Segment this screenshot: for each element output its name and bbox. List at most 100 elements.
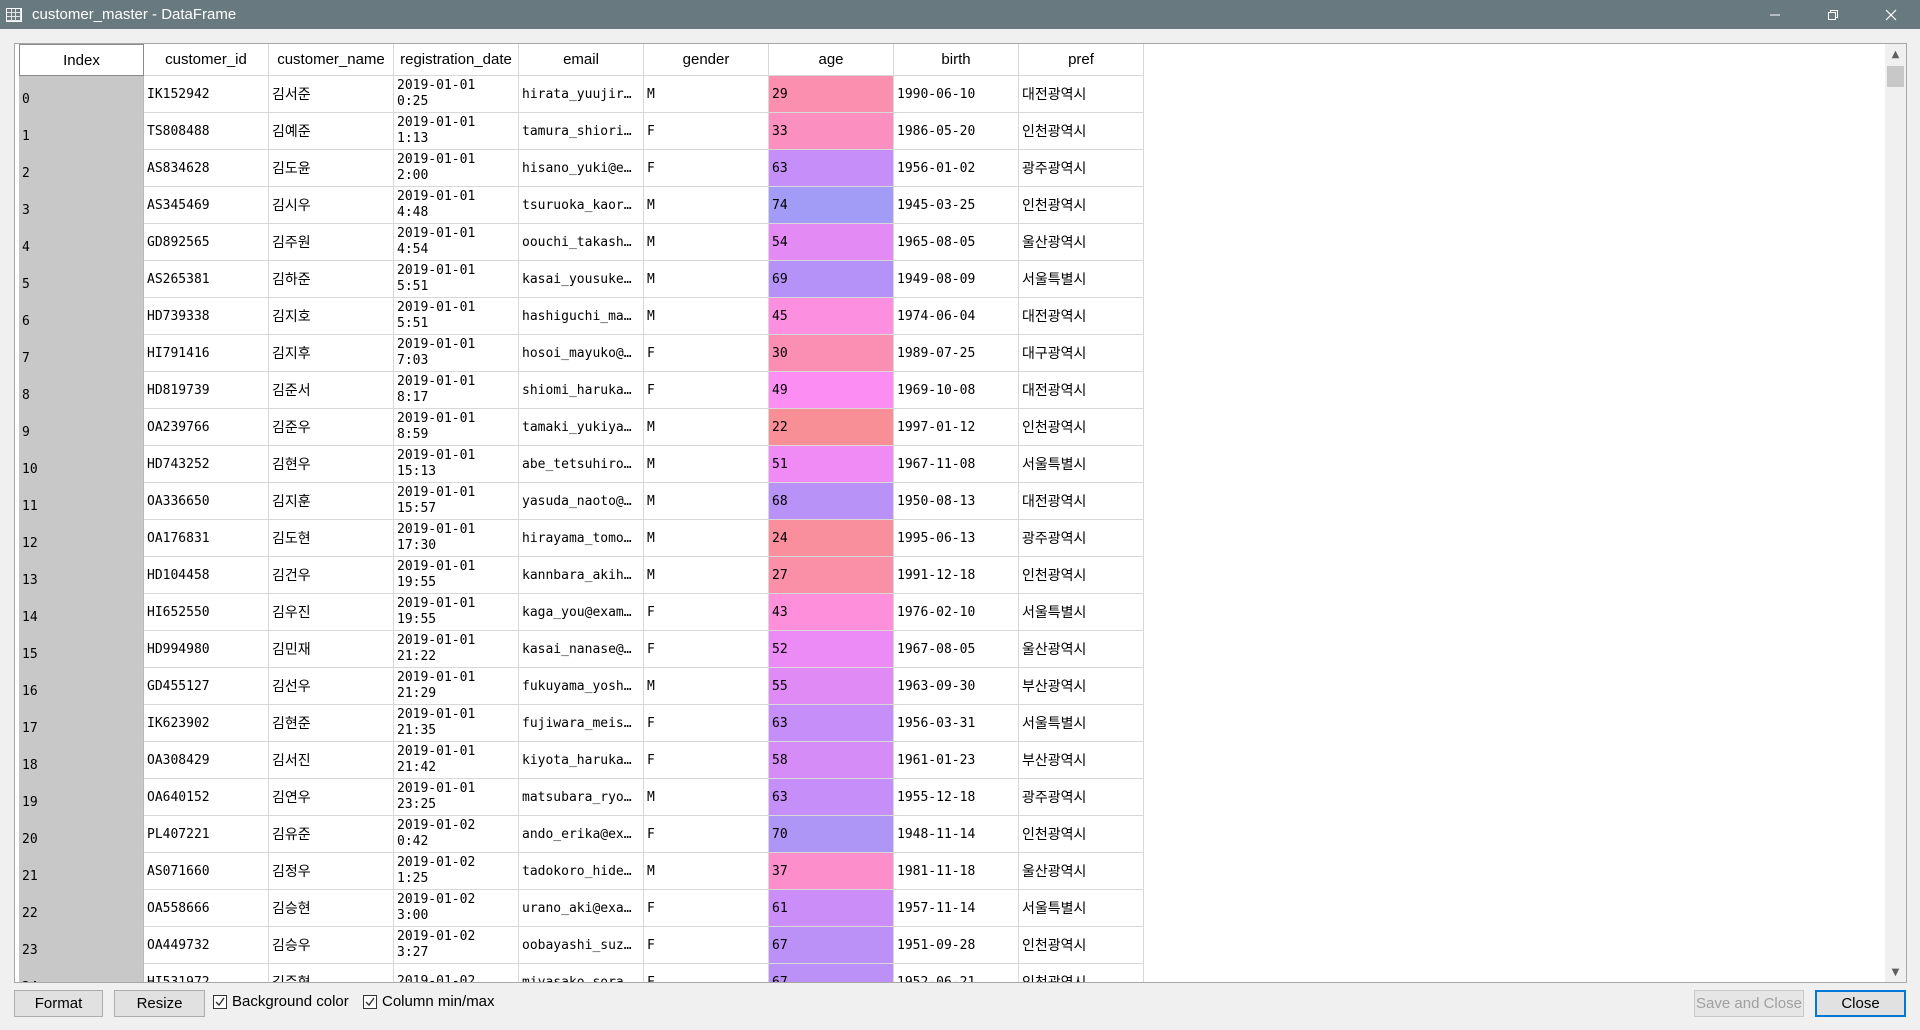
registration-date-header[interactable]: registration_date — [394, 44, 519, 76]
pref-cell[interactable]: 광주광역시 — [1019, 150, 1144, 187]
birth-cell[interactable]: 1981-11-18 — [894, 853, 1019, 890]
checkbox-icon[interactable] — [363, 994, 377, 1009]
birth-cell[interactable]: 1967-08-05 — [894, 631, 1019, 668]
age-cell[interactable]: 24 — [769, 520, 894, 557]
registration-date-cell[interactable]: 2019-01-01 17:30 — [394, 520, 519, 557]
save-and-close-button[interactable]: Save and Close — [1694, 990, 1804, 1017]
registration-date-cell[interactable]: 2019-01-02 3:00 — [394, 890, 519, 927]
age-cell[interactable]: 49 — [769, 372, 894, 409]
birth-cell[interactable]: 1957-11-14 — [894, 890, 1019, 927]
email-cell[interactable]: hirayama_tomo… — [519, 520, 644, 557]
pref-cell[interactable]: 서울특별시 — [1019, 890, 1144, 927]
registration-date-cell[interactable]: 2019-01-02 3:27 — [394, 927, 519, 964]
customer-name-cell[interactable]: 김지훈 — [269, 483, 394, 520]
age-cell[interactable]: 63 — [769, 705, 894, 742]
customer-id-cell[interactable]: TS808488 — [144, 113, 269, 150]
row-index[interactable]: 22 — [19, 890, 144, 927]
pref-cell[interactable]: 울산광역시 — [1019, 224, 1144, 261]
birth-cell[interactable]: 1945-03-25 — [894, 187, 1019, 224]
registration-date-cell[interactable]: 2019-01-01 15:13 — [394, 446, 519, 483]
email-cell[interactable]: kasai_yousuke… — [519, 261, 644, 298]
email-cell[interactable]: abe_tetsuhiro… — [519, 446, 644, 483]
registration-date-cell[interactable]: 2019-01-01 5:51 — [394, 298, 519, 335]
email-cell[interactable]: hisano_yuki@e… — [519, 150, 644, 187]
registration-date-cell[interactable]: 2019-01-01 19:55 — [394, 557, 519, 594]
email-cell[interactable]: miyasako_sora… — [519, 964, 644, 982]
email-cell[interactable]: ando_erika@ex… — [519, 816, 644, 853]
checkbox-icon[interactable] — [213, 994, 227, 1009]
row-index[interactable]: 4 — [19, 224, 144, 261]
close-button[interactable]: Close — [1815, 990, 1906, 1017]
email-cell[interactable]: oouchi_takash… — [519, 224, 644, 261]
pref-cell[interactable]: 인천광역시 — [1019, 187, 1144, 224]
age-header[interactable]: age — [769, 44, 894, 76]
registration-date-cell[interactable]: 2019-01-01 21:29 — [394, 668, 519, 705]
birth-cell[interactable]: 1955-12-18 — [894, 779, 1019, 816]
customer-id-cell[interactable]: HI652550 — [144, 594, 269, 631]
customer-name-cell[interactable]: 김연우 — [269, 779, 394, 816]
pref-cell[interactable]: 부산광역시 — [1019, 742, 1144, 779]
customer-id-cell[interactable]: IK623902 — [144, 705, 269, 742]
customer-name-cell[interactable]: 김서준 — [269, 76, 394, 113]
background-color-checkbox[interactable]: Background color — [213, 993, 349, 1010]
registration-date-cell[interactable]: 2019-01-01 21:42 — [394, 742, 519, 779]
dataframe-table[interactable]: Index customer_id customer_name registratio… — [14, 43, 1907, 983]
email-cell[interactable]: fujiwara_meis… — [519, 705, 644, 742]
birth-cell[interactable]: 1989-07-25 — [894, 335, 1019, 372]
age-cell[interactable]: 54 — [769, 224, 894, 261]
customer-id-cell[interactable]: HD994980 — [144, 631, 269, 668]
email-cell[interactable]: matsubara_ryo… — [519, 779, 644, 816]
pref-cell[interactable]: 인천광역시 — [1019, 409, 1144, 446]
registration-date-cell[interactable]: 2019-01-01 7:03 — [394, 335, 519, 372]
age-cell[interactable]: 22 — [769, 409, 894, 446]
customer-name-cell[interactable]: 김준우 — [269, 409, 394, 446]
row-index[interactable]: 9 — [19, 409, 144, 446]
birth-cell[interactable]: 1948-11-14 — [894, 816, 1019, 853]
age-cell[interactable]: 51 — [769, 446, 894, 483]
vertical-scrollbar[interactable]: ▲ ▼ — [1885, 44, 1906, 982]
gender-cell[interactable]: F — [644, 964, 769, 982]
birth-header[interactable]: birth — [894, 44, 1019, 76]
scroll-thumb[interactable] — [1887, 66, 1904, 87]
row-index[interactable]: 0 — [19, 76, 144, 113]
birth-cell[interactable]: 1995-06-13 — [894, 520, 1019, 557]
registration-date-cell[interactable]: 2019-01-01 5:51 — [394, 261, 519, 298]
email-header[interactable]: email — [519, 44, 644, 76]
email-cell[interactable]: kaga_you@exam… — [519, 594, 644, 631]
customer-name-cell[interactable]: 김유준 — [269, 816, 394, 853]
birth-cell[interactable]: 1997-01-12 — [894, 409, 1019, 446]
age-cell[interactable]: 45 — [769, 298, 894, 335]
registration-date-cell[interactable]: 2019-01-01 23:25 — [394, 779, 519, 816]
gender-cell[interactable]: M — [644, 76, 769, 113]
pref-cell[interactable]: 서울특별시 — [1019, 446, 1144, 483]
registration-date-cell[interactable]: 2019-01-01 21:35 — [394, 705, 519, 742]
row-index[interactable]: 8 — [19, 372, 144, 409]
registration-date-cell[interactable]: 2019-01-01 21:22 — [394, 631, 519, 668]
birth-cell[interactable]: 1952-06-21 — [894, 964, 1019, 982]
birth-cell[interactable]: 1991-12-18 — [894, 557, 1019, 594]
customer-name-cell[interactable]: 김민재 — [269, 631, 394, 668]
pref-cell[interactable]: 울산광역시 — [1019, 631, 1144, 668]
gender-cell[interactable]: M — [644, 409, 769, 446]
pref-cell[interactable]: 부산광역시 — [1019, 668, 1144, 705]
row-index[interactable]: 3 — [19, 187, 144, 224]
birth-cell[interactable]: 1974-06-04 — [894, 298, 1019, 335]
customer-name-cell[interactable]: 김현준 — [269, 705, 394, 742]
email-cell[interactable]: urano_aki@exa… — [519, 890, 644, 927]
row-index[interactable]: 20 — [19, 816, 144, 853]
restore-button[interactable] — [1804, 0, 1862, 29]
registration-date-cell[interactable]: 2019-01-01 8:59 — [394, 409, 519, 446]
gender-cell[interactable]: F — [644, 927, 769, 964]
resize-button[interactable]: Resize — [114, 990, 205, 1017]
email-cell[interactable]: yasuda_naoto@… — [519, 483, 644, 520]
pref-cell[interactable]: 대구광역시 — [1019, 335, 1144, 372]
birth-cell[interactable]: 1990-06-10 — [894, 76, 1019, 113]
gender-cell[interactable]: F — [644, 150, 769, 187]
customer-name-cell[interactable]: 김예준 — [269, 113, 394, 150]
age-cell[interactable]: 74 — [769, 187, 894, 224]
close-window-button[interactable] — [1862, 0, 1920, 29]
registration-date-cell[interactable]: 2019-01-01 2:00 — [394, 150, 519, 187]
customer-name-cell[interactable]: 김우진 — [269, 594, 394, 631]
gender-cell[interactable]: M — [644, 187, 769, 224]
row-index[interactable]: 12 — [19, 520, 144, 557]
